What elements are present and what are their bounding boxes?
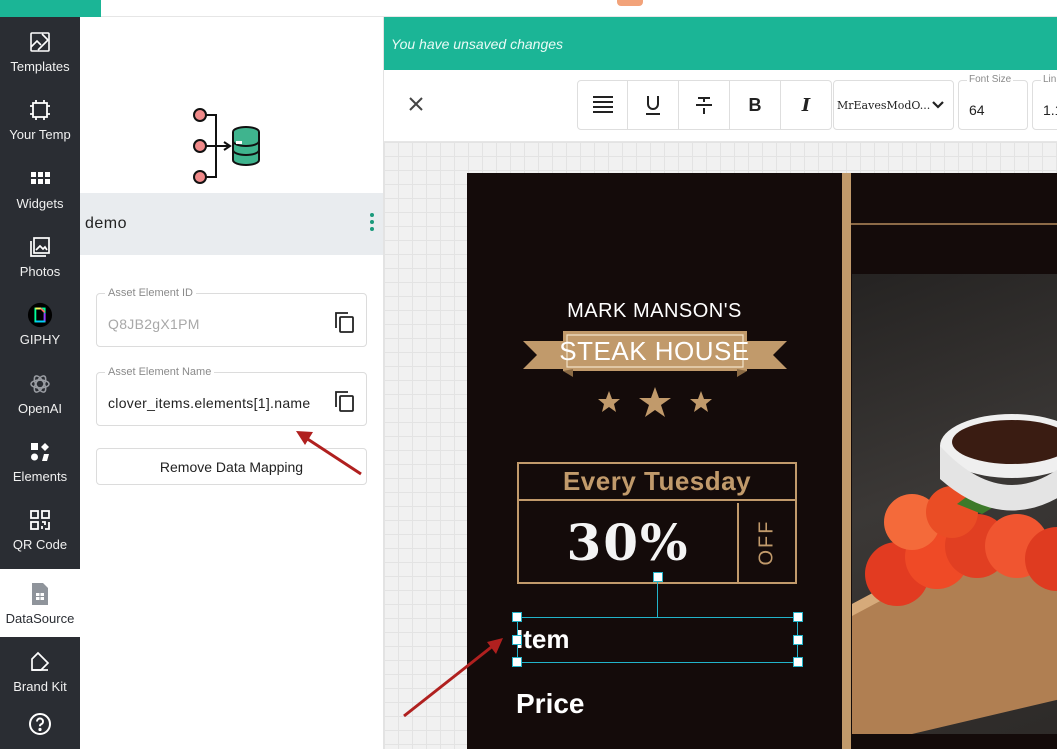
underline-button[interactable] <box>628 80 679 130</box>
help-icon <box>27 711 53 737</box>
your-templates-icon <box>27 97 53 123</box>
rail-item-openai[interactable]: OpenAI <box>0 359 80 427</box>
rotation-line <box>657 582 658 618</box>
rotation-handle[interactable] <box>653 572 663 582</box>
rail-item-datasource[interactable]: DataSource <box>0 569 80 637</box>
asset-element-id-label: Asset Element ID <box>105 287 196 299</box>
font-family-value: MrEavesModO... <box>837 98 931 112</box>
rail-item-label: Brand Kit <box>13 678 67 694</box>
rail-item-brand-kit[interactable]: Brand Kit <box>0 637 80 705</box>
rail-item-your-templates[interactable]: Your Temp <box>0 85 80 153</box>
datasource-name: demo <box>85 215 128 232</box>
offer-box[interactable]: Every Tuesday 30% OFF <box>517 462 797 584</box>
datasource-icon <box>27 581 53 607</box>
asset-element-name-field[interactable]: Asset Element Name clover_items.elements… <box>96 366 367 426</box>
align-justify-icon <box>592 96 613 113</box>
rail-item-label: DataSource <box>5 610 75 626</box>
asset-element-name-label: Asset Element Name <box>105 366 215 378</box>
price-text[interactable]: Price <box>516 688 585 720</box>
copy-icon[interactable] <box>332 310 356 334</box>
underline-icon <box>646 96 660 115</box>
rail-item-widgets[interactable]: Widgets <box>0 154 80 222</box>
stars-graphic <box>598 387 712 417</box>
rail-item-templates[interactable]: Templates <box>0 17 80 85</box>
offer-day-text[interactable]: Every Tuesday <box>563 466 751 497</box>
top-center-mark <box>617 0 643 6</box>
italic-button[interactable]: I <box>781 80 832 130</box>
strikethrough-icon <box>696 97 712 114</box>
datasource-graphic-icon <box>190 105 274 189</box>
rail-item-label: OpenAI <box>17 400 63 416</box>
food-photo[interactable] <box>852 274 1057 734</box>
offer-day-row: Every Tuesday <box>519 464 795 501</box>
rail-item-qr-code[interactable]: QR Code <box>0 495 80 563</box>
resize-handle-top-left[interactable] <box>512 612 522 622</box>
remove-data-mapping-button[interactable]: Remove Data Mapping <box>96 448 367 485</box>
unsaved-changes-banner: You have unsaved changes <box>384 17 1057 70</box>
brand-name-text[interactable]: MARK MANSON'S <box>467 300 842 323</box>
photos-icon <box>27 234 53 260</box>
bold-button[interactable]: B <box>730 80 781 130</box>
resize-handle-bottom-left[interactable] <box>512 657 522 667</box>
resize-handle-middle-right[interactable] <box>793 635 803 645</box>
line-height-label: Lin <box>1041 74 1057 85</box>
line-height-value: 1.1 <box>1043 102 1057 118</box>
asset-element-name-value: clover_items.elements[1].name <box>108 395 311 411</box>
bold-icon: B <box>748 94 762 115</box>
rail-item-elements[interactable]: Elements <box>0 427 80 495</box>
rail-item-giphy[interactable]: GIPHY <box>0 290 80 358</box>
selection-box[interactable] <box>517 617 798 663</box>
left-rail: Templates Your Temp Widgets Photos GIPHY… <box>0 17 80 749</box>
font-family-select[interactable]: MrEavesModO... <box>833 80 954 130</box>
more-options-icon[interactable] <box>369 213 375 231</box>
openai-icon <box>27 371 53 397</box>
offer-off-column: OFF <box>737 503 795 582</box>
rail-item-label: GIPHY <box>19 331 61 347</box>
datasource-panel: demo Asset Element ID Q8JB2gX1PM Asset E… <box>80 17 384 749</box>
rail-item-help[interactable] <box>0 705 80 749</box>
rail-item-label: Templates <box>10 58 70 74</box>
close-icon[interactable] <box>404 92 428 116</box>
font-size-label: Font Size <box>967 74 1014 85</box>
poster-divider <box>842 173 851 749</box>
text-toolbar: B I MrEavesModO... Font Size 64 Lin 1.1 <box>384 70 1057 142</box>
steak-house-text[interactable]: STEAK HOUSE <box>467 336 842 367</box>
rail-item-label: Your Temp <box>9 126 71 142</box>
rail-item-label: QR Code <box>12 536 68 552</box>
font-size-field[interactable]: Font Size 64 <box>958 74 1028 130</box>
align-button[interactable] <box>577 80 628 130</box>
strikethrough-button[interactable] <box>679 80 730 130</box>
asset-element-id-value: Q8JB2gX1PM <box>108 316 200 332</box>
datasource-row[interactable]: demo <box>80 193 383 255</box>
resize-handle-bottom-right[interactable] <box>793 657 803 667</box>
font-size-value: 64 <box>969 102 985 118</box>
rail-item-label: Elements <box>12 468 68 484</box>
elements-icon <box>27 439 53 465</box>
chevron-down-icon <box>932 101 944 109</box>
rail-item-label: Photos <box>19 263 61 279</box>
asset-element-id-field[interactable]: Asset Element ID Q8JB2gX1PM <box>96 287 367 347</box>
offer-off-text[interactable]: OFF <box>756 520 779 566</box>
templates-icon <box>27 29 53 55</box>
qr-code-icon <box>27 507 53 533</box>
poster-header-line <box>851 223 1057 225</box>
resize-handle-middle-left[interactable] <box>512 635 522 645</box>
format-button-group: B I <box>577 80 832 130</box>
line-height-field[interactable]: Lin 1.1 <box>1032 74 1057 130</box>
resize-handle-top-right[interactable] <box>793 612 803 622</box>
rail-item-photos[interactable]: Photos <box>0 222 80 290</box>
rail-item-label: Widgets <box>16 195 64 211</box>
offer-percent-text[interactable]: 30% <box>519 503 737 582</box>
design-canvas[interactable]: MARK MANSON'S STEAK HOUSE Every Tuesday … <box>384 142 1057 749</box>
giphy-icon <box>27 302 53 328</box>
copy-icon[interactable] <box>332 389 356 413</box>
poster-artboard[interactable]: MARK MANSON'S STEAK HOUSE Every Tuesday … <box>467 173 1057 749</box>
unsaved-changes-text: You have unsaved changes <box>391 35 564 52</box>
app-logo[interactable] <box>0 0 101 17</box>
italic-icon: I <box>801 94 811 116</box>
brand-kit-icon <box>27 649 53 675</box>
top-bar <box>0 0 1057 17</box>
widgets-icon <box>27 166 53 192</box>
